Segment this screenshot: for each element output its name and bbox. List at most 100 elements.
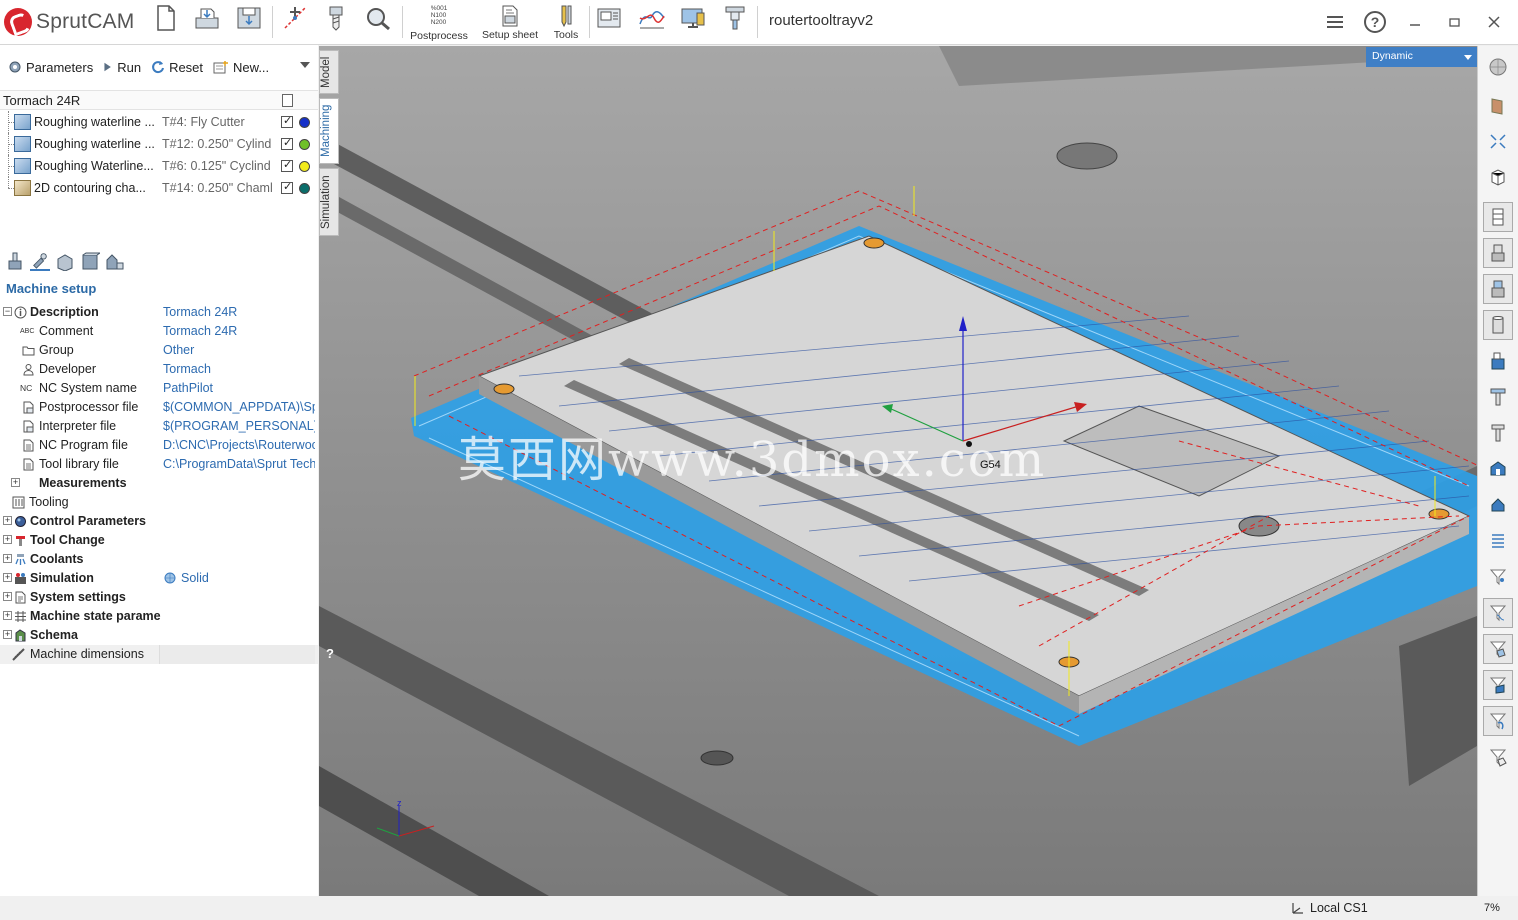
operation-color-swatch[interactable]: [299, 139, 310, 150]
viewport-help-icon[interactable]: ?: [326, 646, 340, 662]
property-value[interactable]: C:\ProgramData\Sprut Tech: [163, 457, 315, 471]
property-row[interactable]: + System settings: [0, 588, 318, 607]
property-value[interactable]: D:\CNC\Projects\Routerwoc: [163, 438, 315, 452]
tab-simulation[interactable]: Simulation: [319, 168, 339, 236]
operation-row[interactable]: 2D contouring cha... T#14: 0.250" Chaml: [0, 177, 318, 199]
run-button[interactable]: Run: [99, 56, 145, 78]
tool-assembly-button[interactable]: [1483, 274, 1513, 304]
operation-row[interactable]: Roughing waterline ... T#12: 0.250" Cyli…: [0, 133, 318, 155]
operation-color-swatch[interactable]: [299, 117, 310, 128]
property-row[interactable]: + Machine state parame: [0, 607, 318, 626]
iso-view-button[interactable]: [1483, 162, 1513, 192]
property-value[interactable]: Other: [163, 343, 315, 357]
inspect-button[interactable]: [363, 4, 393, 42]
property-value[interactable]: $(PROGRAM_PERSONAL)\: [163, 419, 315, 433]
property-row[interactable]: NC Program file D:\CNC\Projects\Routerwo…: [0, 436, 318, 455]
machine-header[interactable]: Tormach 24R: [0, 90, 318, 110]
property-value[interactable]: PathPilot: [163, 381, 315, 395]
property-row[interactable]: Tool library file C:\ProgramData\Sprut T…: [0, 455, 318, 474]
property-row[interactable]: + Tool Change: [0, 531, 318, 550]
operation-row[interactable]: Roughing waterline ... T#4: Fly Cutter: [0, 111, 318, 133]
reset-button[interactable]: Reset: [147, 56, 207, 78]
save-button[interactable]: [235, 4, 263, 42]
toolpath-visibility-button[interactable]: [1483, 526, 1513, 556]
coordinate-system-indicator[interactable]: Local CS1: [1290, 900, 1368, 916]
body-filter-button[interactable]: [1483, 706, 1513, 736]
expand-toggle[interactable]: +: [3, 573, 12, 582]
operation-enabled-checkbox[interactable]: [281, 136, 293, 150]
tool-button[interactable]: [322, 4, 350, 42]
machine-visibility-button[interactable]: [1483, 454, 1513, 484]
view-sphere-button[interactable]: [1483, 52, 1513, 82]
close-button[interactable]: [1481, 10, 1507, 34]
tool-settings-tab-icon[interactable]: [30, 251, 50, 271]
property-row[interactable]: Tooling: [0, 493, 318, 512]
property-row[interactable]: Interpreter file $(PROGRAM_PERSONAL)\: [0, 417, 318, 436]
stock-tab-icon[interactable]: [80, 251, 100, 271]
expand-toggle[interactable]: +: [11, 478, 20, 487]
property-row[interactable]: Machine dimensions: [0, 645, 318, 664]
property-value[interactable]: Tormach: [163, 362, 315, 376]
property-value[interactable]: Solid: [181, 571, 333, 585]
property-row[interactable]: Developer Tormach: [0, 360, 318, 379]
curve-filter-button[interactable]: [1483, 598, 1513, 628]
point-filter-button[interactable]: [1483, 562, 1513, 592]
parameters-button[interactable]: Parameters: [4, 56, 97, 78]
workpiece-tab-icon[interactable]: [55, 251, 75, 271]
new-operation-button[interactable]: New...: [209, 56, 273, 78]
tool-visibility-button[interactable]: [1483, 382, 1513, 412]
expand-toggle[interactable]: +: [3, 592, 12, 601]
fixture-visibility-button[interactable]: [1483, 490, 1513, 520]
tab-machining[interactable]: Machining: [319, 98, 339, 164]
property-row[interactable]: + Measurements: [0, 474, 318, 493]
tab-model[interactable]: Model: [319, 50, 339, 94]
operation-color-swatch[interactable]: [299, 183, 310, 194]
operation-color-swatch[interactable]: [299, 161, 310, 172]
machine-document-icon[interactable]: [282, 94, 293, 107]
property-value[interactable]: $(COMMON_APPDATA)\Spr: [163, 400, 315, 414]
property-value[interactable]: Tormach 24R: [163, 324, 315, 338]
operation-enabled-checkbox[interactable]: [281, 114, 293, 128]
property-row[interactable]: + Control Parameters: [0, 512, 318, 531]
fit-view-button[interactable]: [1483, 126, 1513, 156]
workpiece-visibility-button[interactable]: [1483, 346, 1513, 376]
toolpath-button[interactable]: [281, 4, 309, 42]
view-mode-dropdown[interactable]: Dynamic: [1366, 47, 1477, 67]
expand-toggle[interactable]: +: [3, 516, 12, 525]
property-row[interactable]: Postprocessor file $(COMMON_APPDATA)\Spr: [0, 398, 318, 417]
open-project-button[interactable]: [193, 4, 221, 42]
tool-holder-button[interactable]: [1483, 202, 1513, 232]
expand-toggle[interactable]: +: [3, 630, 12, 639]
property-row[interactable]: − Description Tormach 24R: [0, 303, 318, 322]
spindle-view-button[interactable]: [1483, 238, 1513, 268]
expand-toggle[interactable]: +: [3, 554, 12, 563]
all-filter-button[interactable]: [1483, 742, 1513, 772]
material-view-button[interactable]: [1483, 90, 1513, 120]
surface-filter-button[interactable]: [1483, 670, 1513, 700]
minimize-button[interactable]: [1402, 10, 1428, 34]
maximize-button[interactable]: [1442, 10, 1468, 34]
property-value[interactable]: Tormach 24R: [163, 305, 315, 319]
help-button[interactable]: ?: [1362, 10, 1388, 34]
machine-tab-icon[interactable]: [5, 251, 25, 271]
property-row[interactable]: Group Other: [0, 341, 318, 360]
machine-view-button[interactable]: [595, 4, 623, 42]
new-project-button[interactable]: [154, 4, 178, 42]
display-settings-button[interactable]: [679, 4, 707, 42]
property-row[interactable]: NC NC System name PathPilot: [0, 379, 318, 398]
new-operation-dropdown-arrow[interactable]: [300, 62, 310, 68]
operation-row[interactable]: Roughing Waterline... T#6: 0.125" Cyclin…: [0, 155, 318, 177]
stock-view-button[interactable]: [1483, 310, 1513, 340]
property-row[interactable]: + Schema: [0, 626, 318, 645]
face-filter-button[interactable]: [1483, 634, 1513, 664]
tool-length-button[interactable]: [1483, 418, 1513, 448]
setup-sheet-button[interactable]: Setup sheet: [479, 4, 541, 42]
postprocess-button[interactable]: %001 N100 N200 Postprocess: [408, 4, 470, 42]
spindle-button[interactable]: [721, 4, 749, 42]
collapse-toggle[interactable]: −: [3, 307, 12, 316]
fixture-tab-icon[interactable]: [105, 251, 125, 271]
expand-toggle[interactable]: +: [3, 535, 12, 544]
property-row[interactable]: + Simulation Solid: [0, 569, 318, 588]
expand-toggle[interactable]: +: [3, 611, 12, 620]
graph-button[interactable]: [637, 4, 667, 42]
